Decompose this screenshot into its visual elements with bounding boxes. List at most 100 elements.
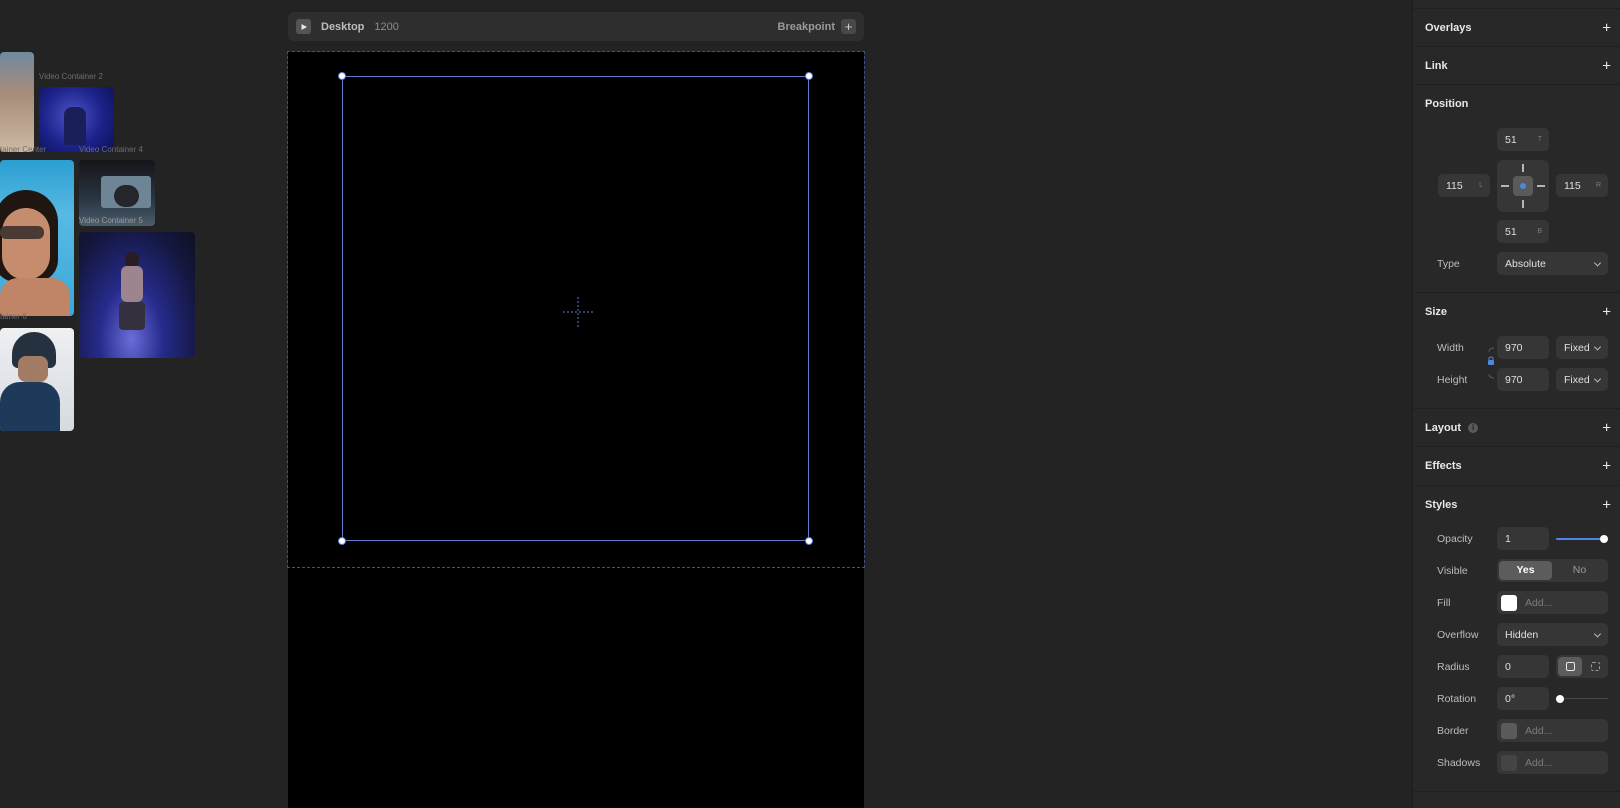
video-container-2-label: Video Container 2 (39, 72, 103, 81)
selected-element[interactable] (342, 76, 809, 541)
info-icon[interactable]: i (1468, 422, 1479, 433)
anchor-widget[interactable] (1497, 160, 1549, 212)
position-bottom-input[interactable]: 51 B (1497, 220, 1549, 243)
effects-title: Effects (1425, 459, 1462, 472)
chevron-down-icon (1593, 629, 1602, 638)
width-mode-select[interactable]: Fixed (1556, 336, 1608, 359)
anchor-center[interactable] (1513, 176, 1533, 196)
video-container-6-label: tainer 6 (0, 312, 27, 321)
breakpoint-label[interactable]: Breakpoint (778, 21, 835, 33)
position-top-input[interactable]: 51 T (1497, 128, 1549, 151)
radius-value: 0 (1505, 660, 1511, 673)
add-overlay-button[interactable]: + (1602, 20, 1611, 35)
border-input[interactable]: Add... (1497, 719, 1608, 742)
add-link-button[interactable]: + (1602, 58, 1611, 73)
video-thumbnail-1[interactable] (0, 52, 34, 152)
corners-icon (1591, 662, 1600, 671)
position-top-value: 51 (1505, 133, 1517, 146)
position-section-header: Position (1413, 84, 1620, 122)
design-canvas[interactable]: Video Container 2 tainer Center Video Co… (0, 0, 1412, 808)
link-title: Link (1425, 59, 1448, 72)
opacity-input[interactable]: 1 (1497, 527, 1549, 550)
visible-no-option[interactable]: No (1553, 561, 1606, 580)
preview-play-button[interactable] (296, 19, 311, 34)
add-layout-button[interactable]: + (1602, 420, 1611, 435)
position-type-select[interactable]: Absolute (1497, 252, 1608, 275)
video-thumbnail-5[interactable] (79, 232, 195, 358)
type-label: Type (1437, 258, 1460, 270)
border-placeholder: Add... (1525, 724, 1553, 737)
radius-individual-button[interactable] (1583, 657, 1607, 676)
width-label: Width (1437, 342, 1464, 354)
rotation-input[interactable]: 0° (1497, 687, 1549, 710)
rotation-value: 0° (1505, 692, 1516, 705)
position-right-suffix: R (1595, 182, 1601, 189)
shadows-placeholder: Add... (1525, 756, 1553, 769)
position-type-value: Absolute (1505, 257, 1546, 270)
layout-section-header[interactable]: Layout i + (1413, 408, 1620, 446)
shadows-swatch[interactable] (1501, 754, 1517, 771)
overflow-value: Hidden (1505, 628, 1539, 641)
resize-handle-bottom-right[interactable] (805, 537, 813, 545)
width-input[interactable]: 970 (1497, 336, 1549, 359)
position-left-value: 115 (1446, 179, 1463, 192)
breakpoint-name[interactable]: Desktop (321, 21, 364, 33)
rotation-slider-knob[interactable] (1556, 695, 1564, 703)
position-left-input[interactable]: 115 L (1438, 174, 1490, 197)
height-label: Height (1437, 374, 1468, 386)
crosshair-icon (563, 297, 593, 327)
resize-handle-top-left[interactable] (338, 72, 346, 80)
size-title: Size (1425, 305, 1448, 318)
opacity-slider-knob[interactable] (1600, 535, 1608, 543)
position-right-input[interactable]: 115 R (1556, 174, 1608, 197)
add-size-button[interactable]: + (1602, 304, 1611, 319)
overflow-select[interactable]: Hidden (1497, 623, 1608, 646)
radius-label: Radius (1437, 661, 1470, 673)
aspect-lock-icon[interactable] (1486, 346, 1496, 380)
resize-handle-top-right[interactable] (805, 72, 813, 80)
overlays-section[interactable]: Overlays + (1413, 8, 1620, 46)
properties-panel: Overlays + Link + Position 51 T 115 L 11… (1412, 0, 1620, 808)
radius-uniform-button[interactable] (1558, 657, 1582, 676)
video-thumbnail-center[interactable] (0, 160, 74, 316)
styles-section-header[interactable]: Styles + (1413, 485, 1620, 523)
fill-placeholder: Add... (1525, 596, 1553, 609)
overflow-label: Overflow (1437, 629, 1479, 641)
visible-toggle: Yes No (1497, 559, 1608, 582)
visible-yes-option[interactable]: Yes (1499, 561, 1552, 580)
video-container-center-label: tainer Center (0, 145, 47, 154)
visible-label: Visible (1437, 565, 1468, 577)
add-effect-button[interactable]: + (1602, 458, 1611, 473)
play-icon (301, 23, 307, 30)
position-left-suffix: L (1479, 182, 1483, 189)
add-style-button[interactable]: + (1602, 497, 1611, 512)
opacity-slider[interactable] (1556, 532, 1608, 546)
add-breakpoint-button[interactable]: + (841, 19, 856, 34)
shadows-input[interactable]: Add... (1497, 751, 1608, 774)
link-section[interactable]: Link + (1413, 46, 1620, 84)
height-mode-select[interactable]: Fixed (1556, 368, 1608, 391)
width-mode-value: Fixed (1564, 341, 1590, 354)
fill-swatch[interactable] (1501, 594, 1517, 611)
resize-handle-bottom-left[interactable] (338, 537, 346, 545)
position-title: Position (1425, 97, 1469, 110)
width-value: 970 (1505, 341, 1523, 354)
rotation-slider[interactable] (1556, 692, 1608, 706)
styles-title: Styles (1425, 498, 1458, 511)
effects-section-header[interactable]: Effects + (1413, 446, 1620, 484)
video-thumbnail-6[interactable] (0, 328, 74, 431)
radius-input[interactable]: 0 (1497, 655, 1549, 678)
rotation-label: Rotation (1437, 693, 1477, 705)
border-swatch[interactable] (1501, 722, 1517, 739)
height-input[interactable]: 970 (1497, 368, 1549, 391)
size-section-header[interactable]: Size + (1413, 292, 1620, 330)
fill-input[interactable]: Add... (1497, 591, 1608, 614)
opacity-value: 1 (1505, 532, 1511, 545)
video-thumbnail-2[interactable] (39, 87, 114, 152)
position-right-value: 115 (1564, 179, 1581, 192)
position-top-suffix: T (1537, 136, 1542, 143)
layout-title: Layout (1425, 421, 1462, 434)
breakpoint-bar: Desktop 1200 Breakpoint + (288, 12, 864, 41)
position-bottom-value: 51 (1505, 225, 1517, 238)
video-container-5-label: Video Container 5 (79, 216, 143, 225)
